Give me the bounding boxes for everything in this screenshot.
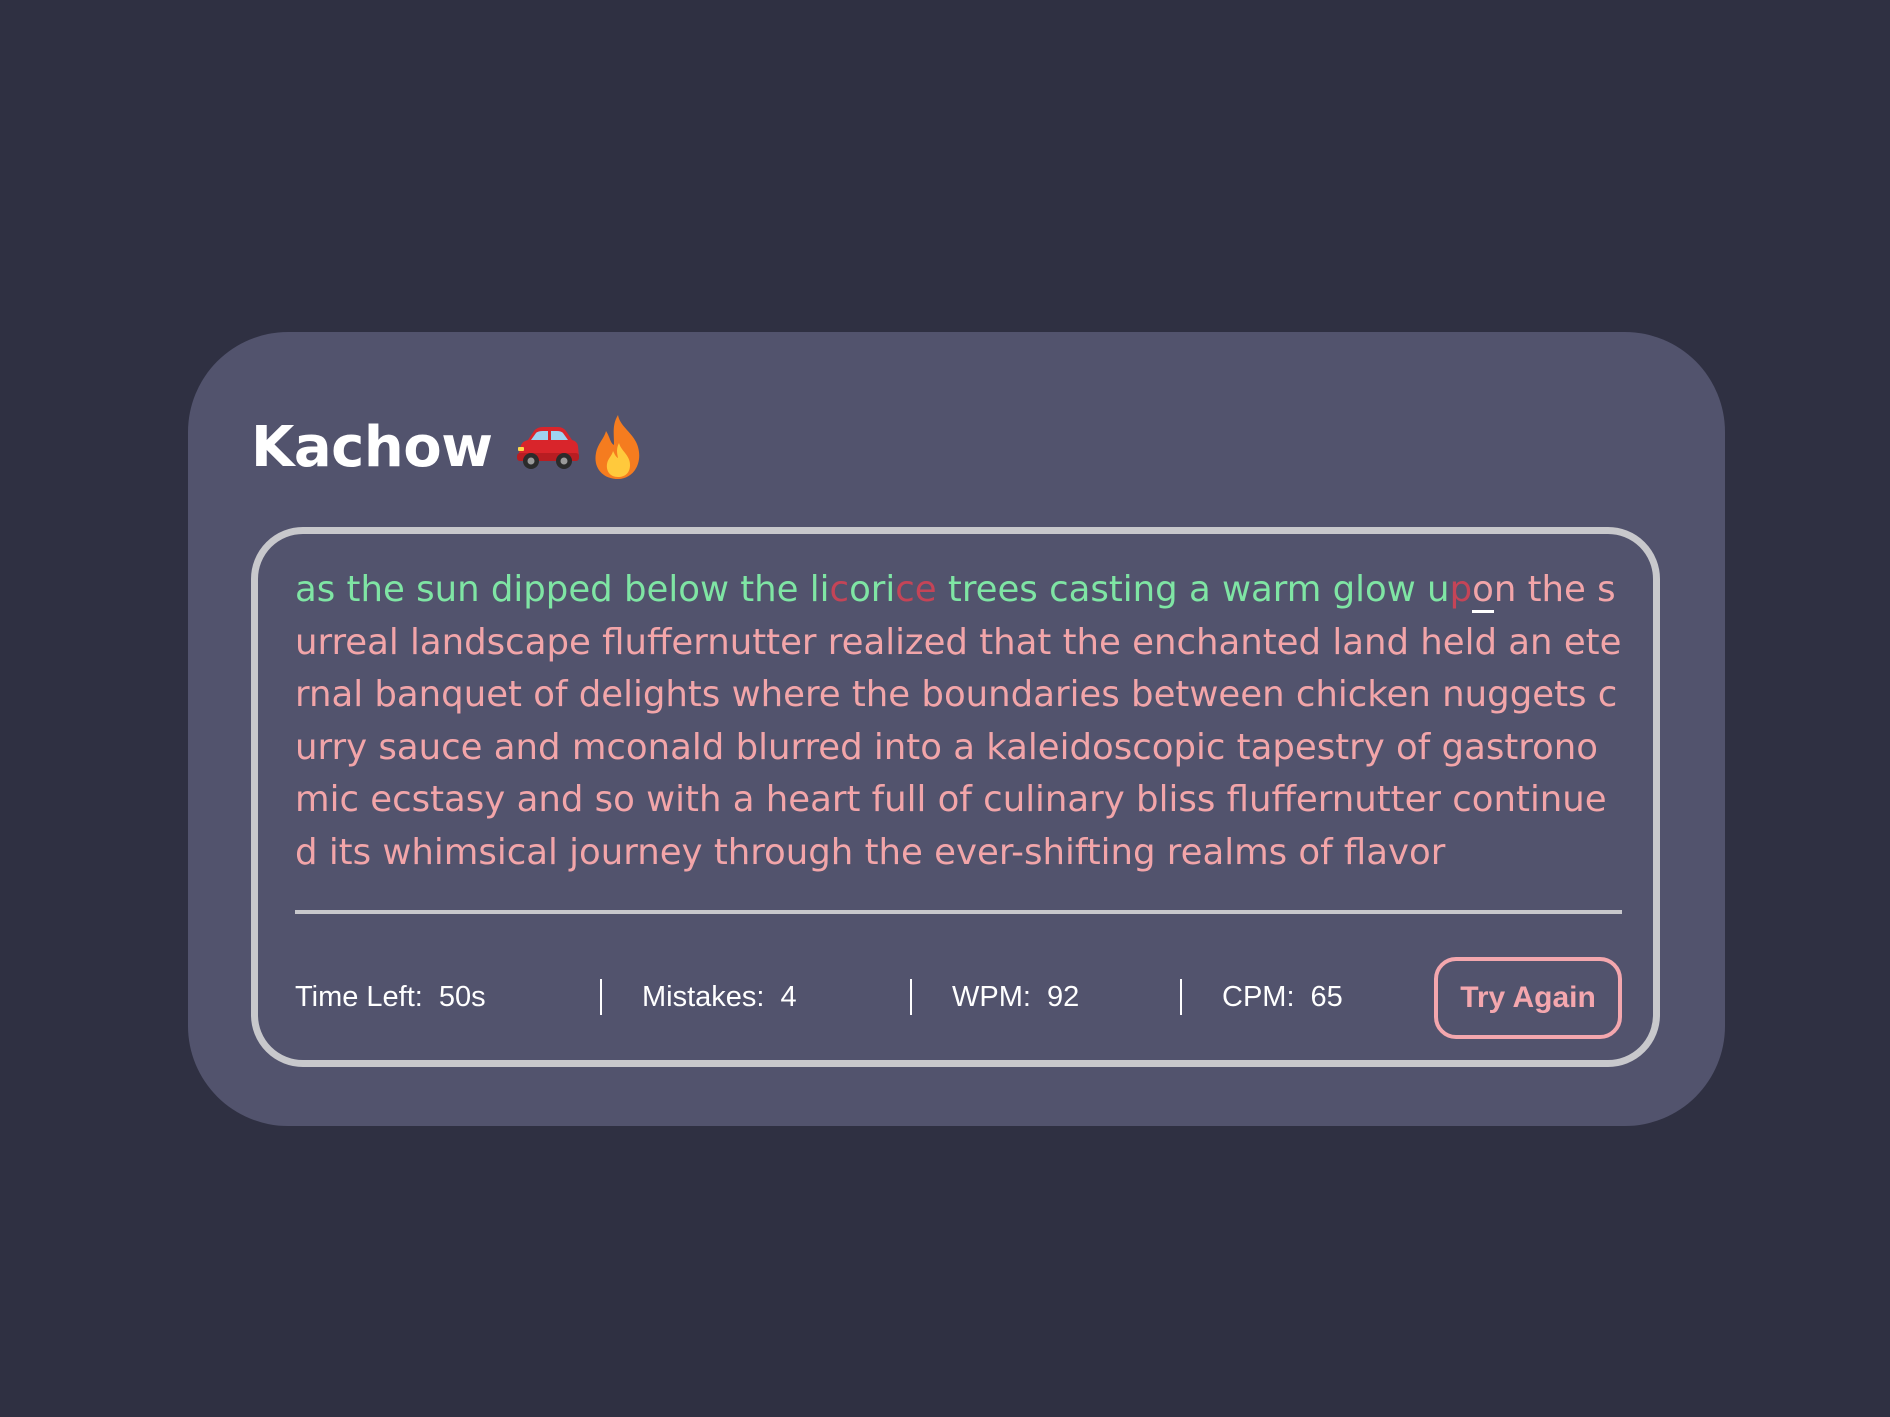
typing-card: Kachow as the sun dipped below the licor… xyxy=(188,332,1725,1126)
wpm-label: WPM: xyxy=(952,980,1031,1013)
time-left-stat: Time Left: 50s xyxy=(295,952,486,1042)
cpm-stat: CPM: 65 xyxy=(1222,952,1343,1042)
stats-bar: Time Left: 50s Mistakes: 4 WPM: 92 CPM: … xyxy=(295,952,1622,1042)
cpm-value: 65 xyxy=(1310,980,1343,1013)
fire-icon xyxy=(595,415,640,479)
text-segment-correct: ori xyxy=(849,569,896,610)
header: Kachow xyxy=(251,402,646,492)
wpm-value: 92 xyxy=(1046,980,1080,1013)
cpm-label: CPM: xyxy=(1222,980,1295,1013)
time-left-value: 50s xyxy=(438,980,486,1013)
typing-box[interactable]: as the sun dipped below the licorice tre… xyxy=(251,527,1660,1067)
text-segment-incorrect: c xyxy=(829,569,850,610)
app-title: Kachow xyxy=(251,414,493,480)
try-again-button[interactable]: Try Again xyxy=(1434,957,1622,1039)
divider xyxy=(295,910,1622,914)
mistakes-label: Mistakes: xyxy=(642,980,765,1013)
time-left-label: Time Left: xyxy=(295,980,423,1013)
stat-separator xyxy=(600,979,602,1015)
text-segment-correct: trees casting a warm glow u xyxy=(936,569,1450,610)
stat-separator xyxy=(910,979,912,1015)
mistakes-stat: Mistakes: 4 xyxy=(642,952,797,1042)
mistakes-value: 4 xyxy=(780,980,797,1013)
text-segment-correct: as the sun dipped below the li xyxy=(295,569,830,610)
typing-text[interactable]: as the sun dipped below the licorice tre… xyxy=(295,564,1622,879)
text-segment-incorrect: ce xyxy=(895,569,937,610)
text-segment-incorrect: p xyxy=(1449,569,1473,610)
car-icon xyxy=(517,427,580,469)
stat-separator xyxy=(1180,979,1182,1015)
text-segment-pending: n the surreal landscape fluffernutter re… xyxy=(295,569,1622,873)
text-segment-active: o xyxy=(1472,569,1494,613)
wpm-stat: WPM: 92 xyxy=(952,952,1079,1042)
